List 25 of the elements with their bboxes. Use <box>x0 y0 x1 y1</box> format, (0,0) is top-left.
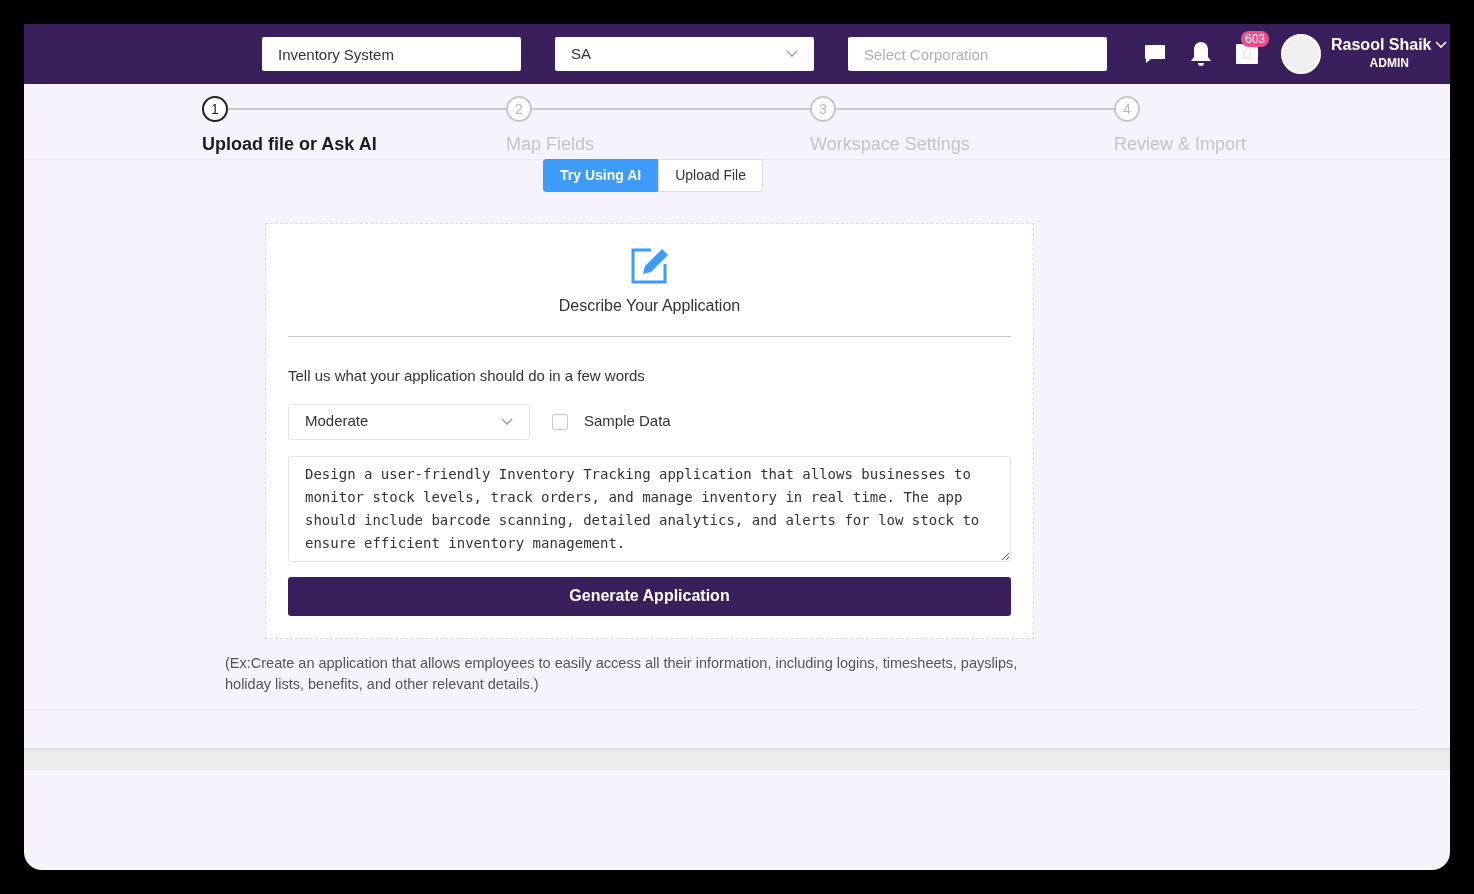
inbox-bell-icon[interactable] <box>1235 42 1259 67</box>
step-label[interactable]: Upload file or Ask AI <box>202 131 506 158</box>
chat-icon[interactable] <box>1143 43 1167 65</box>
sample-data-checkbox[interactable] <box>552 413 568 430</box>
card-title: Describe Your Application <box>557 296 742 316</box>
example-text: (Ex:Create an application that allows employees to easily access all their information, including logins, timesheets, payslips, holiday lists, benefits, and other relevant details.) <box>225 653 1019 694</box>
notification-count-badge: 603 <box>1241 30 1270 47</box>
sample-data-label: Sample Data <box>584 411 671 432</box>
notification-bell-icon[interactable] <box>1189 41 1213 67</box>
description-field[interactable]: Design a user-friendly Inventory Tracking application that allows businesses to monitor stock levels, track orders, and manage inventory in real time. The app should include barcode scanning, detailed analytics, and alerts for low stock to ensure efficient inventory management. <box>288 455 1011 562</box>
caret-icon <box>786 50 798 58</box>
user-role: ADMIN <box>1368 55 1410 72</box>
app-name-field[interactable]: Inventory System <box>262 37 521 71</box>
caret-icon[interactable] <box>1435 41 1448 49</box>
tab[interactable]: Upload File <box>658 159 763 192</box>
generate-button[interactable]: Generate Application <box>288 576 1011 616</box>
step-number[interactable]: 1 <box>202 96 228 122</box>
horizontal-scrollbar[interactable] <box>24 747 1450 770</box>
complexity-select[interactable]: Moderate <box>288 403 530 440</box>
caret-icon <box>501 417 513 426</box>
user-avatar[interactable] <box>1281 34 1321 74</box>
corporation-field[interactable]: Select Corporation <box>848 37 1107 71</box>
user-name[interactable]: Rasool Shaik <box>1331 36 1432 54</box>
region-select[interactable]: SA <box>555 37 814 71</box>
prompt-label: Tell us what your application should do in a few words <box>288 366 646 386</box>
